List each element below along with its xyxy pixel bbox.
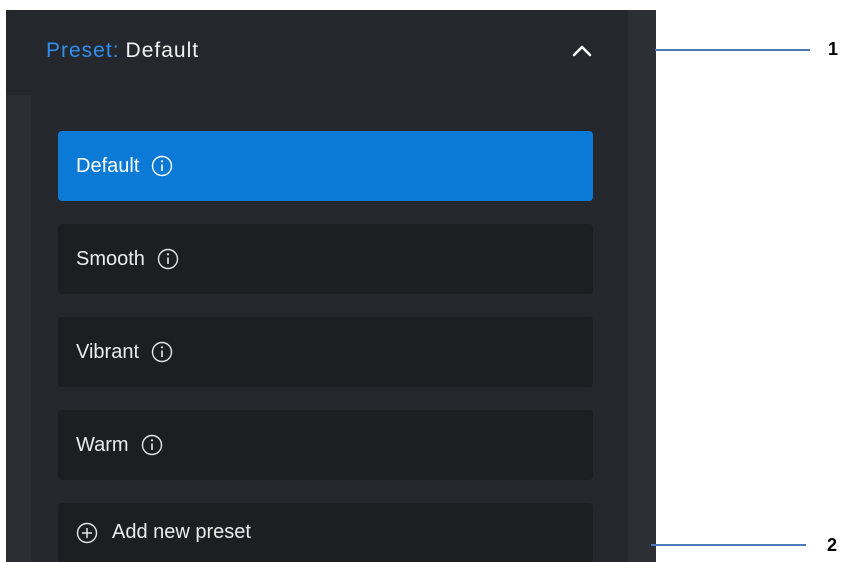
- preset-item-label: Smooth: [76, 247, 145, 270]
- preset-item-label: Warm: [76, 433, 129, 456]
- preset-item-vibrant[interactable]: Vibrant: [58, 317, 593, 387]
- preset-item-smooth[interactable]: Smooth: [58, 224, 593, 294]
- preset-item-default[interactable]: Default: [58, 131, 593, 201]
- callout-number-1: 1: [828, 39, 839, 59]
- preset-list: Default Smooth Vibrant Warm Add new pres…: [58, 131, 593, 562]
- callout-number-2: 2: [827, 535, 838, 555]
- preset-title: Preset: Default: [46, 39, 199, 63]
- add-new-preset-label: Add new preset: [112, 521, 251, 543]
- preset-dropdown-header[interactable]: Preset: Default: [31, 10, 622, 92]
- info-icon[interactable]: [151, 155, 173, 177]
- preset-prefix-label: Preset:: [46, 39, 120, 62]
- info-icon[interactable]: [141, 434, 163, 456]
- callout-line-2: [651, 544, 806, 546]
- info-icon[interactable]: [151, 341, 173, 363]
- panel-scroll-strip: [628, 10, 656, 562]
- screenshot-stage: Preset: Default Default Smooth Vibrant W…: [0, 0, 859, 562]
- preset-item-label: Vibrant: [76, 340, 140, 363]
- preset-item-label: Default: [76, 154, 140, 177]
- callout-line-1: [655, 49, 810, 51]
- add-new-preset-button[interactable]: Add new preset: [58, 503, 593, 562]
- plus-circle-icon: [76, 522, 98, 543]
- preset-current-value: Default: [125, 39, 200, 62]
- preset-item-warm[interactable]: Warm: [58, 410, 593, 480]
- chevron-up-icon[interactable]: [570, 39, 594, 63]
- info-icon[interactable]: [157, 248, 179, 270]
